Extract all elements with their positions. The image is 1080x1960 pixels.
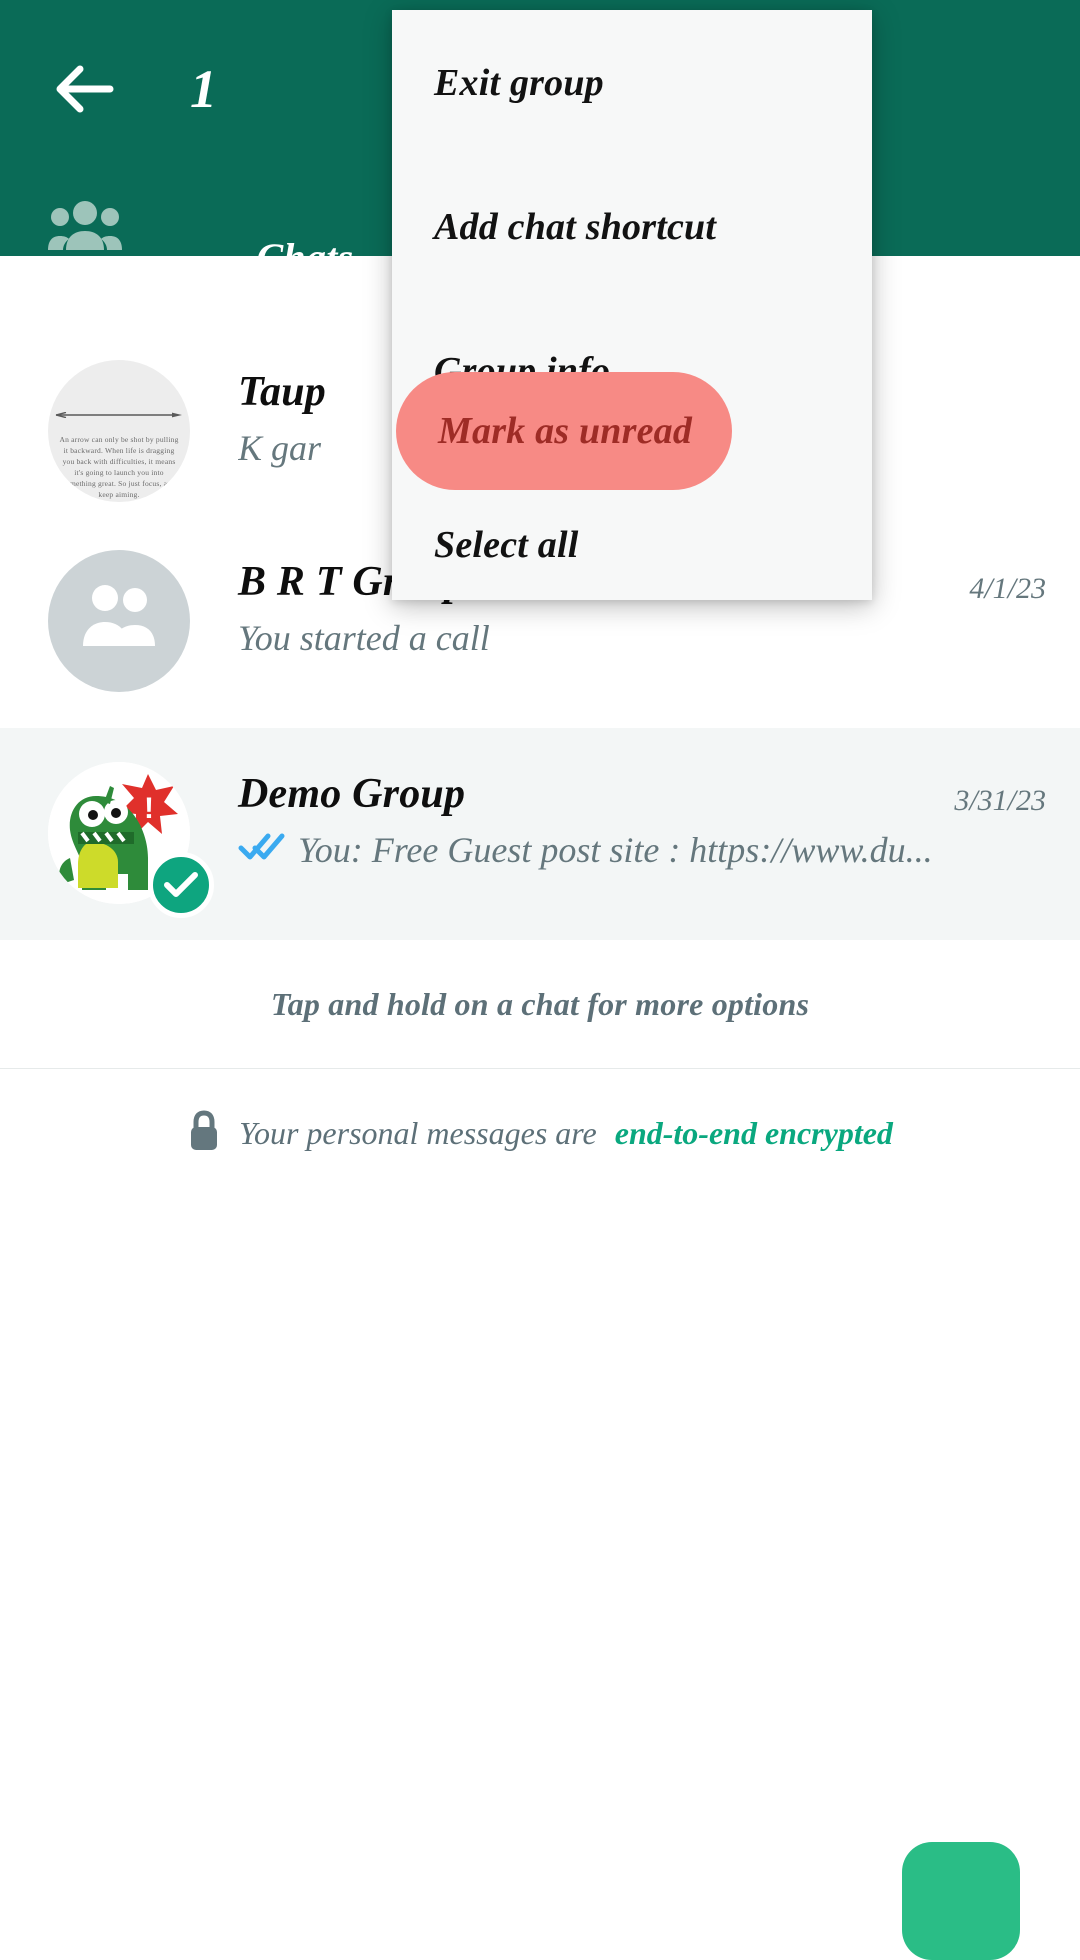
- svg-text:!: !: [144, 792, 154, 825]
- encryption-link[interactable]: end-to-end encrypted: [615, 1115, 893, 1152]
- arrow-photo-icon: [55, 412, 182, 418]
- check-icon: [164, 872, 198, 897]
- arrow-left-icon: [56, 65, 114, 113]
- new-chat-fab[interactable]: [902, 1842, 1020, 1960]
- whatsapp-chats-screen: 1 Chats: [0, 0, 1080, 1960]
- tap-hold-hint-text: Tap and hold on a chat for more options: [270, 985, 810, 1022]
- encryption-notice[interactable]: Your personal messages are end-to-end en…: [0, 1069, 1080, 1197]
- default-group-icon: [83, 585, 155, 646]
- selection-count: 1: [190, 59, 218, 119]
- avatar[interactable]: An arrow can only be shot by pulling it …: [48, 360, 190, 502]
- menu-item-exit-group[interactable]: Exit group: [392, 24, 872, 142]
- selection-checkmark: [148, 852, 214, 918]
- people-group-icon: [48, 201, 122, 250]
- menu-item-mark-as-unread[interactable]: Mark as unread: [396, 372, 732, 490]
- chat-row[interactable]: ! Demo Group You: Free Guest post site:…: [0, 728, 1080, 940]
- chat-timestamp: 3/31/23: [954, 784, 1046, 817]
- chat-timestamp: 4/1/23: [969, 572, 1046, 605]
- chat-subtitle: You started a call: [238, 619, 1046, 659]
- lock-icon: [187, 1109, 221, 1157]
- overflow-menu: Exit group Add chat shortcut Group info …: [392, 10, 872, 600]
- chat-subtitle-text: You: Free Guest post site : https://www.…: [298, 830, 933, 870]
- encryption-text: Your personal messages are: [239, 1114, 597, 1151]
- avatar-quote-text: An arrow can only be shot by pulling it …: [59, 435, 179, 499]
- back-button[interactable]: [52, 56, 118, 122]
- chat-subtitle-text: You started a call: [238, 618, 490, 658]
- chat-row-text: Demo Group You: Free Guest post site : h…: [238, 772, 1046, 870]
- menu-item-add-chat-shortcut[interactable]: Add chat shortcut: [392, 168, 872, 286]
- menu-item-label: Add chat shortcut: [434, 206, 717, 248]
- avatar[interactable]: [48, 550, 190, 692]
- menu-item-label: Exit group: [434, 62, 604, 104]
- tap-hold-hint: Tap and hold on a chat for more options: [0, 940, 1080, 1069]
- chat-subtitle: You: Free Guest post site : https://www.…: [238, 831, 1046, 871]
- menu-item-select-all[interactable]: Select all: [392, 486, 872, 604]
- chat-subtitle-text: K gar: [238, 428, 322, 468]
- menu-item-label: Mark as unread: [438, 410, 693, 452]
- chat-title: Demo Group: [238, 771, 466, 817]
- double-check-blue-icon: [238, 831, 286, 871]
- menu-item-label: Select all: [434, 524, 579, 566]
